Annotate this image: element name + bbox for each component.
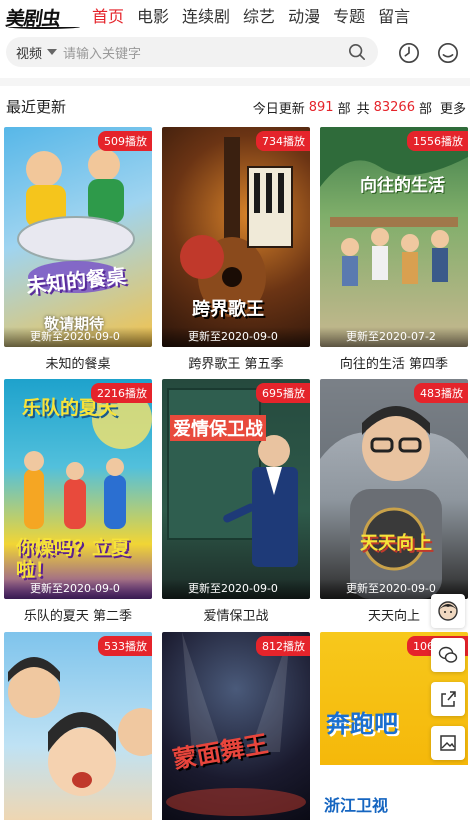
poster[interactable]: 向往的生活 1556播放 更新至2020-07-2	[320, 127, 468, 347]
video-card[interactable]: 533播放	[4, 632, 152, 820]
total-count: 83266	[373, 100, 415, 115]
poster-art	[8, 657, 152, 796]
poster-art	[166, 632, 306, 816]
avatar-icon	[438, 601, 458, 621]
poster[interactable]: 未知的餐桌 敬请期待 509播放 更新至2020-09-0	[4, 127, 152, 347]
update-label: 更新至2020-09-0	[4, 579, 152, 599]
more-link[interactable]: 更多	[440, 98, 466, 117]
image-icon[interactable]	[431, 726, 465, 760]
update-label: 更新至2020-07-2	[320, 327, 468, 347]
poster[interactable]: 蒙面舞王 812播放	[162, 632, 310, 820]
poster-logo: 奔跑吧	[326, 710, 398, 738]
video-title[interactable]: 向往的生活 第四季	[320, 353, 468, 372]
nav-series[interactable]: 连续剧	[182, 6, 230, 28]
video-card[interactable]: 跨界歌王 734播放 更新至2020-09-0 跨界歌王 第五季	[162, 127, 310, 372]
site-logo[interactable]: 美剧虫	[4, 4, 82, 30]
search-input[interactable]: 请输入关键字	[63, 43, 141, 62]
nav-variety[interactable]: 综艺	[243, 6, 275, 28]
floating-toolbar	[431, 594, 465, 770]
poster-caption: 浙江卫视	[324, 796, 389, 815]
video-card[interactable]: 未知的餐桌 敬请期待 509播放 更新至2020-09-0 未知的餐桌	[4, 127, 152, 372]
top-bar: 美剧虫 首页 电影 连续剧 综艺 动漫 专题 留言	[0, 0, 470, 34]
poster-logo: 向往的生活	[360, 176, 445, 196]
poster-logo: 跨界歌王	[192, 299, 264, 320]
poster-logo: 爱情保卫战	[170, 415, 266, 441]
video-title[interactable]: 乐队的夏天 第二季	[4, 605, 152, 624]
poster[interactable]: 爱情保卫战 695播放 更新至2020-09-0	[162, 379, 310, 599]
update-stats: 今日更新 891 部 共 83266 部 更多	[253, 98, 466, 117]
video-card[interactable]: 乐队的夏天 你燥吗？立夏啦！ 2216播放 更新至2020-09-0 乐队的夏天…	[4, 379, 152, 624]
today-count: 891	[308, 100, 334, 115]
user-icon[interactable]	[437, 42, 459, 64]
video-title[interactable]: 未知的餐桌	[4, 353, 152, 372]
nav-topics[interactable]: 专题	[333, 6, 365, 28]
poster-caption: 你燥吗？立夏啦！	[16, 537, 131, 581]
total-label: 共	[356, 102, 370, 117]
poster-art	[167, 388, 298, 567]
main-nav: 首页 电影 连续剧 综艺 动漫 专题 留言	[92, 6, 423, 28]
view-count-badge: 695播放	[256, 383, 310, 403]
poster[interactable]: 跨界歌王 734播放 更新至2020-09-0	[162, 127, 310, 347]
view-count-badge: 533播放	[98, 636, 152, 656]
video-title[interactable]: 跨界歌王 第五季	[162, 353, 310, 372]
view-count-badge: 509播放	[98, 131, 152, 151]
video-card[interactable]: 向往的生活 1556播放 更新至2020-07-2 向往的生活 第四季	[320, 127, 468, 372]
update-label: 更新至2020-09-0	[4, 327, 152, 347]
nav-anime[interactable]: 动漫	[288, 6, 320, 28]
clock-icon[interactable]	[398, 42, 420, 64]
view-count-badge: 734播放	[256, 131, 310, 151]
search-box[interactable]: 视频 请输入关键字	[6, 37, 378, 67]
view-count-badge: 1556播放	[407, 131, 468, 151]
video-card[interactable]: 天天向上 483播放 更新至2020-09-0 天天向上	[320, 379, 468, 624]
wechat-icon[interactable]	[431, 638, 465, 672]
poster-art	[320, 127, 468, 286]
view-count-badge: 2216播放	[91, 383, 152, 403]
avatar-icon[interactable]	[431, 594, 465, 628]
share-icon[interactable]	[431, 682, 465, 716]
image-icon	[440, 735, 456, 751]
update-label: 更新至2020-09-0	[162, 579, 310, 599]
view-count-badge: 483播放	[414, 383, 468, 403]
today-label: 今日更新	[252, 102, 305, 117]
video-card[interactable]: 蒙面舞王 812播放	[162, 632, 310, 820]
poster-art	[320, 379, 468, 599]
search-row: 视频 请输入关键字	[0, 36, 470, 70]
view-count-badge: 812播放	[256, 636, 310, 656]
nav-movies[interactable]: 电影	[137, 6, 169, 28]
nav-home[interactable]: 首页	[92, 6, 124, 28]
unit-label: 部	[418, 102, 432, 117]
poster[interactable]: 天天向上 483播放 更新至2020-09-0	[320, 379, 468, 599]
video-title[interactable]: 爱情保卫战	[162, 605, 310, 624]
share-icon	[441, 691, 456, 707]
logo-swoosh	[8, 25, 80, 29]
section-title: 最近更新	[6, 98, 67, 116]
update-label: 更新至2020-09-0	[162, 327, 310, 347]
search-icon[interactable]	[348, 43, 366, 61]
poster[interactable]: 533播放	[4, 632, 152, 820]
wechat-icon	[438, 646, 458, 663]
video-card[interactable]: 爱情保卫战 695播放 更新至2020-09-0 爱情保卫战	[162, 379, 310, 624]
poster-logo: 天天向上	[360, 533, 432, 554]
unit-label: 部	[337, 102, 351, 117]
section-divider	[0, 78, 470, 86]
nav-messages[interactable]: 留言	[378, 6, 410, 28]
chevron-down-icon[interactable]	[47, 49, 58, 55]
search-category[interactable]: 视频	[16, 43, 42, 62]
poster[interactable]: 乐队的夏天 你燥吗？立夏啦！ 2216播放 更新至2020-09-0	[4, 379, 152, 599]
